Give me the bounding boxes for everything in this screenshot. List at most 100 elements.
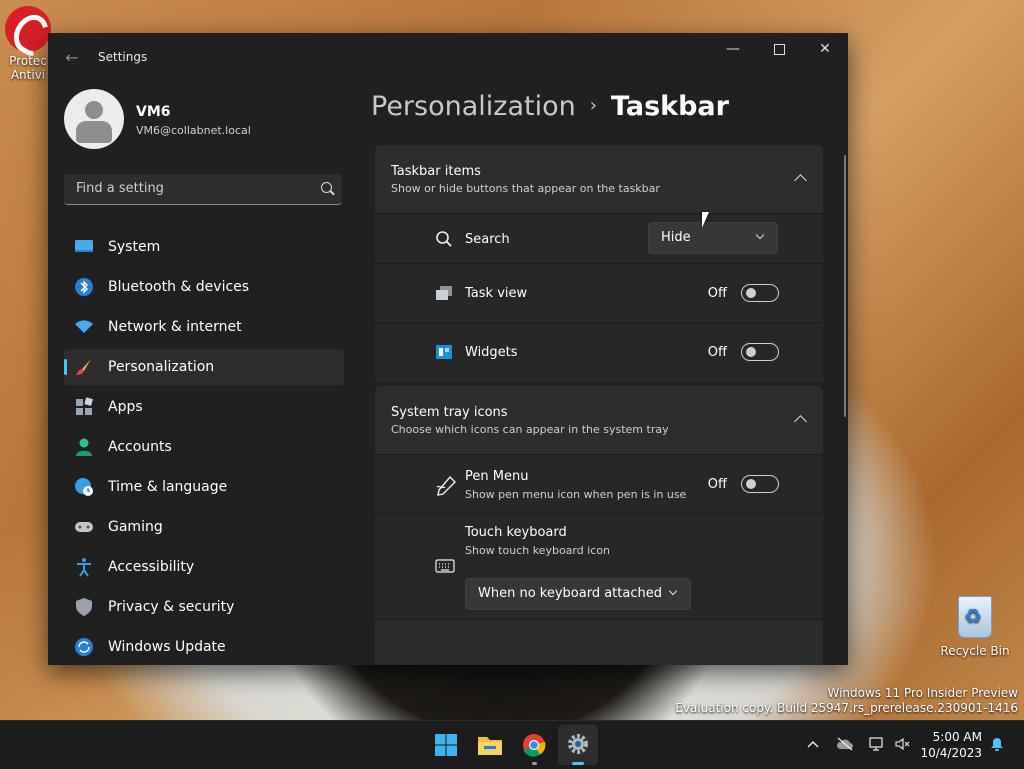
window-title: Settings — [98, 50, 148, 64]
volume-muted-icon[interactable] — [894, 737, 910, 751]
breadcrumb-separator: › — [589, 95, 597, 116]
maximize-button[interactable] — [756, 33, 802, 65]
globe-clock-icon — [75, 478, 93, 496]
sidebar-item-apps[interactable]: Apps — [64, 389, 344, 425]
sidebar-item-personalization[interactable]: Personalization — [64, 349, 344, 385]
widgets-icon — [436, 345, 452, 359]
system-tray-icons-header[interactable]: System tray icons Choose which icons can… — [375, 386, 823, 454]
search-label: Search — [465, 232, 510, 247]
minimize-button[interactable]: — — [710, 33, 756, 65]
close-button[interactable]: ✕ — [802, 33, 848, 65]
clock-date[interactable]: 10/4/2023 — [916, 746, 982, 760]
section-subtitle: Show or hide buttons that appear on the … — [391, 182, 660, 195]
sidebar-item-label: Network & internet — [108, 319, 242, 335]
bluetooth-icon — [75, 278, 93, 296]
sidebar-item-bluetooth[interactable]: Bluetooth & devices — [64, 269, 344, 305]
mouse-cursor — [702, 212, 709, 228]
settings-taskbar-button[interactable] — [558, 725, 598, 765]
breadcrumb-parent[interactable]: Personalization — [371, 91, 576, 122]
dropdown-value: When no keyboard attached — [478, 586, 662, 601]
accessibility-icon — [77, 558, 91, 577]
chevron-down-icon — [755, 230, 765, 240]
toggle-state: Off — [707, 345, 727, 360]
sidebar-item-system[interactable]: System — [64, 229, 344, 265]
chevron-up-icon[interactable] — [794, 415, 807, 428]
breadcrumb: Personalization › Taskbar — [371, 91, 729, 122]
person-icon — [76, 438, 92, 456]
monitor-icon — [75, 240, 93, 252]
toggle-state: Off — [707, 477, 727, 492]
chrome-button[interactable] — [514, 725, 554, 765]
task-view-label: Task view — [465, 286, 528, 301]
active-indicator — [572, 762, 584, 765]
settings-window: ← Settings — ✕ VM6 VM6@collabnet.local S… — [48, 33, 848, 665]
notification-bell-icon[interactable] — [989, 737, 1005, 751]
user-name: VM6 — [136, 104, 171, 120]
back-button[interactable]: ← — [60, 47, 84, 69]
sidebar-item-network[interactable]: Network & internet — [64, 309, 344, 345]
sidebar-item-gaming[interactable]: Gaming — [64, 509, 344, 545]
widgets-label: Widgets — [465, 345, 518, 360]
avatar[interactable] — [64, 89, 124, 149]
sidebar-item-label: Apps — [108, 399, 143, 415]
dropdown-value: Hide — [661, 230, 691, 245]
section-title: System tray icons — [391, 405, 508, 420]
scrollbar[interactable] — [844, 155, 846, 417]
file-explorer-icon — [478, 737, 502, 755]
brush-icon — [76, 359, 91, 375]
chrome-icon — [523, 734, 546, 757]
search-input[interactable] — [74, 180, 308, 197]
page-title: Taskbar — [610, 91, 729, 122]
chevron-up-icon[interactable] — [805, 737, 821, 751]
sidebar-item-label: Gaming — [108, 519, 163, 535]
search-icon — [436, 231, 452, 247]
sidebar-item-label: Personalization — [108, 359, 215, 375]
sidebar-item-time-language[interactable]: Time & language — [64, 469, 344, 505]
pen-menu-toggle[interactable] — [741, 475, 779, 493]
pen-menu-subtitle: Show pen menu icon when pen is in use — [465, 488, 687, 501]
maximize-icon — [773, 43, 785, 55]
widgets-toggle[interactable] — [741, 343, 779, 361]
find-setting-box[interactable] — [64, 174, 342, 205]
toggle-state: Off — [707, 286, 727, 301]
recycle-bin-icon — [958, 596, 992, 638]
antivirus-logo-icon — [5, 6, 51, 52]
running-indicator — [532, 762, 537, 765]
chevron-up-icon[interactable] — [794, 174, 807, 187]
search-icon[interactable] — [321, 182, 332, 193]
next-section-card — [375, 619, 823, 665]
title-bar: ← Settings — ✕ — [48, 33, 848, 81]
task-view-row: Task view Off — [375, 263, 823, 323]
start-button[interactable] — [426, 725, 466, 765]
clock-time[interactable]: 5:00 AM — [926, 730, 982, 744]
sidebar-item-label: Accessibility — [108, 559, 195, 575]
sidebar-item-windows-update[interactable]: Windows Update — [64, 629, 344, 665]
file-explorer-button[interactable] — [470, 725, 510, 765]
search-mode-dropdown[interactable]: Hide — [648, 222, 778, 254]
pen-icon — [436, 475, 456, 496]
sidebar-item-label: Windows Update — [108, 639, 226, 655]
watermark-build: Evaluation copy. Build 25947.rs_prerelea… — [675, 701, 1018, 715]
sidebar-item-label: Time & language — [108, 479, 228, 495]
section-subtitle: Choose which icons can appear in the sys… — [391, 423, 669, 436]
onedrive-offline-icon[interactable] — [836, 737, 854, 751]
search-row: Search Hide — [375, 213, 823, 264]
widgets-row: Widgets Off — [375, 322, 823, 382]
sidebar-item-privacy[interactable]: Privacy & security — [64, 589, 344, 625]
task-view-toggle[interactable] — [741, 284, 779, 302]
settings-icon — [568, 734, 588, 754]
keyboard-icon — [435, 559, 455, 573]
taskbar: 5:00 AM 10/4/2023 — [0, 720, 1024, 769]
network-icon[interactable] — [868, 737, 884, 751]
recycle-bin-shortcut[interactable]: Recycle Bin — [940, 596, 1010, 658]
chevron-down-icon — [668, 586, 678, 596]
apps-icon — [76, 397, 93, 415]
sidebar-item-label: Privacy & security — [108, 599, 235, 615]
start-icon — [435, 734, 457, 756]
user-email: VM6@collabnet.local — [136, 124, 251, 137]
touch-keyboard-dropdown[interactable]: When no keyboard attached — [465, 578, 691, 610]
sidebar-item-accessibility[interactable]: Accessibility — [64, 549, 344, 585]
taskbar-items-header[interactable]: Taskbar items Show or hide buttons that … — [375, 145, 823, 213]
sidebar-item-accounts[interactable]: Accounts — [64, 429, 344, 465]
sidebar-item-label: Accounts — [108, 439, 172, 455]
